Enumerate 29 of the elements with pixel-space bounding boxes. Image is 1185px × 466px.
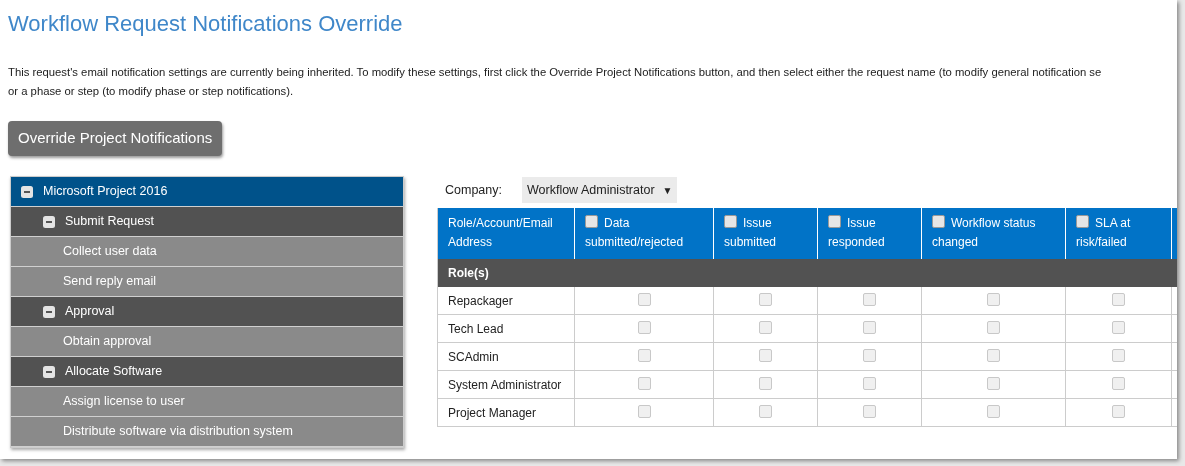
table-cell: Tech Lead: [438, 315, 575, 342]
checkbox[interactable]: [1076, 215, 1089, 228]
collapse-icon[interactable]: [43, 215, 55, 228]
page-title: Workflow Request Notifications Override: [7, 10, 404, 38]
checkbox[interactable]: [932, 215, 945, 228]
tree-item[interactable]: Microsoft Project 2016: [11, 177, 403, 207]
checkbox[interactable]: [724, 215, 737, 228]
description-text: This request's email notification settings are currently being inherited. To modify these settings, first click the Override Project Notifications button, and then select either the request name (to modify general notification se or a phase or step (to modify phase or step notifications).: [7, 65, 1103, 99]
tree-item[interactable]: Obtain approval: [11, 327, 403, 357]
tree-item[interactable]: Send reply email: [11, 267, 403, 297]
company-dropdown[interactable]: Workflow Administrator ▼: [522, 177, 678, 203]
collapse-icon[interactable]: [21, 185, 33, 198]
company-label: Company:: [445, 181, 502, 199]
table-cell: SCAdmin: [438, 343, 575, 370]
checkbox[interactable]: [828, 215, 841, 228]
collapse-icon[interactable]: [43, 305, 55, 318]
tree-item[interactable]: Assign license to user: [11, 387, 403, 417]
table-cell: System Administrator: [438, 371, 575, 398]
checkbox[interactable]: [585, 215, 598, 228]
tree-item[interactable]: Submit Request: [11, 207, 403, 237]
override-button[interactable]: Override Project Notifications: [8, 121, 223, 156]
collapse-icon[interactable]: [43, 365, 55, 378]
table-cell: Project Manager: [438, 399, 575, 426]
tree-item[interactable]: Collect user data: [11, 237, 403, 267]
table-cell: Repackager: [438, 287, 575, 314]
tree-item[interactable]: Distribute software via distribution system: [11, 417, 403, 447]
tree-item[interactable]: Approval: [11, 297, 403, 327]
group-row: Role(s): [438, 259, 1177, 287]
tree-item[interactable]: Allocate Software: [11, 357, 403, 387]
